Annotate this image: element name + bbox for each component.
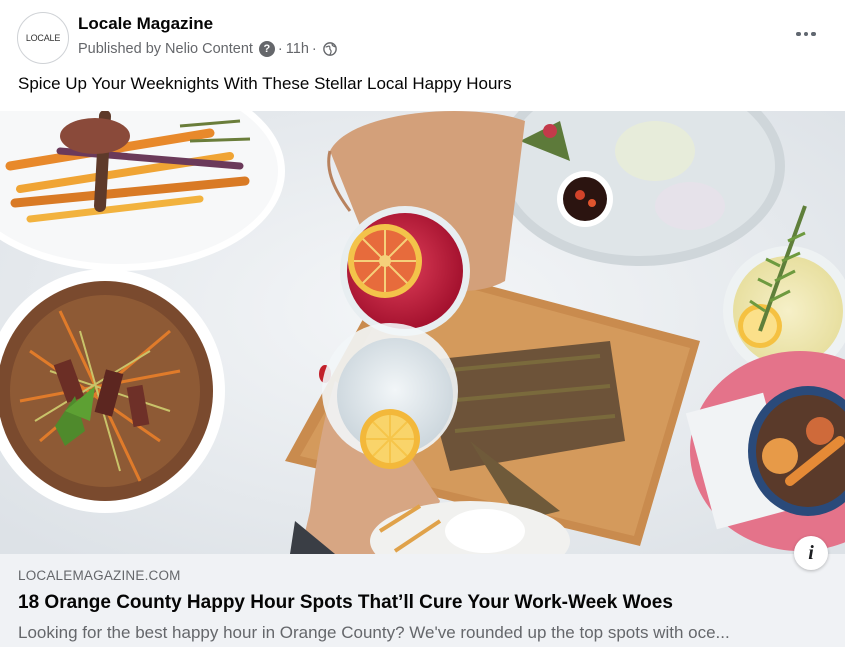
meta-separator-2: · (311, 41, 317, 57)
meta-separator: · (277, 41, 283, 57)
facebook-post: LOCALE Locale Magazine Published by Neli… (0, 0, 845, 647)
more-dot-icon (796, 31, 801, 37)
info-icon: i (808, 541, 814, 564)
post-meta: Published by Nelio Content ? · 11h · (78, 40, 337, 58)
link-preview-image[interactable] (0, 111, 845, 554)
page-name-link[interactable]: Locale Magazine (78, 14, 213, 34)
globe-icon[interactable] (322, 42, 337, 56)
more-options-button[interactable] (788, 22, 824, 46)
page-avatar[interactable]: LOCALE (17, 12, 69, 64)
link-domain: LOCALEMAGAZINE.COM (18, 568, 181, 583)
post-timestamp[interactable]: 11h (286, 41, 309, 57)
link-preview-card[interactable]: LOCALEMAGAZINE.COM 18 Orange County Happ… (0, 554, 845, 647)
help-icon[interactable]: ? (258, 41, 275, 57)
avatar-logo-text: LOCALE (25, 33, 61, 43)
published-by-text: Published by Nelio Content (78, 41, 253, 57)
link-description: Looking for the best happy hour in Orang… (18, 623, 730, 642)
more-dot-icon (803, 31, 809, 37)
link-title[interactable]: 18 Orange County Happy Hour Spots That’l… (18, 592, 673, 614)
more-dot-icon (811, 31, 816, 37)
post-message: Spice Up Your Weeknights With These Stel… (18, 74, 512, 93)
post-header: LOCALE Locale Magazine Published by Neli… (0, 0, 845, 70)
food-photo (0, 111, 845, 554)
info-button[interactable]: i (794, 536, 828, 570)
